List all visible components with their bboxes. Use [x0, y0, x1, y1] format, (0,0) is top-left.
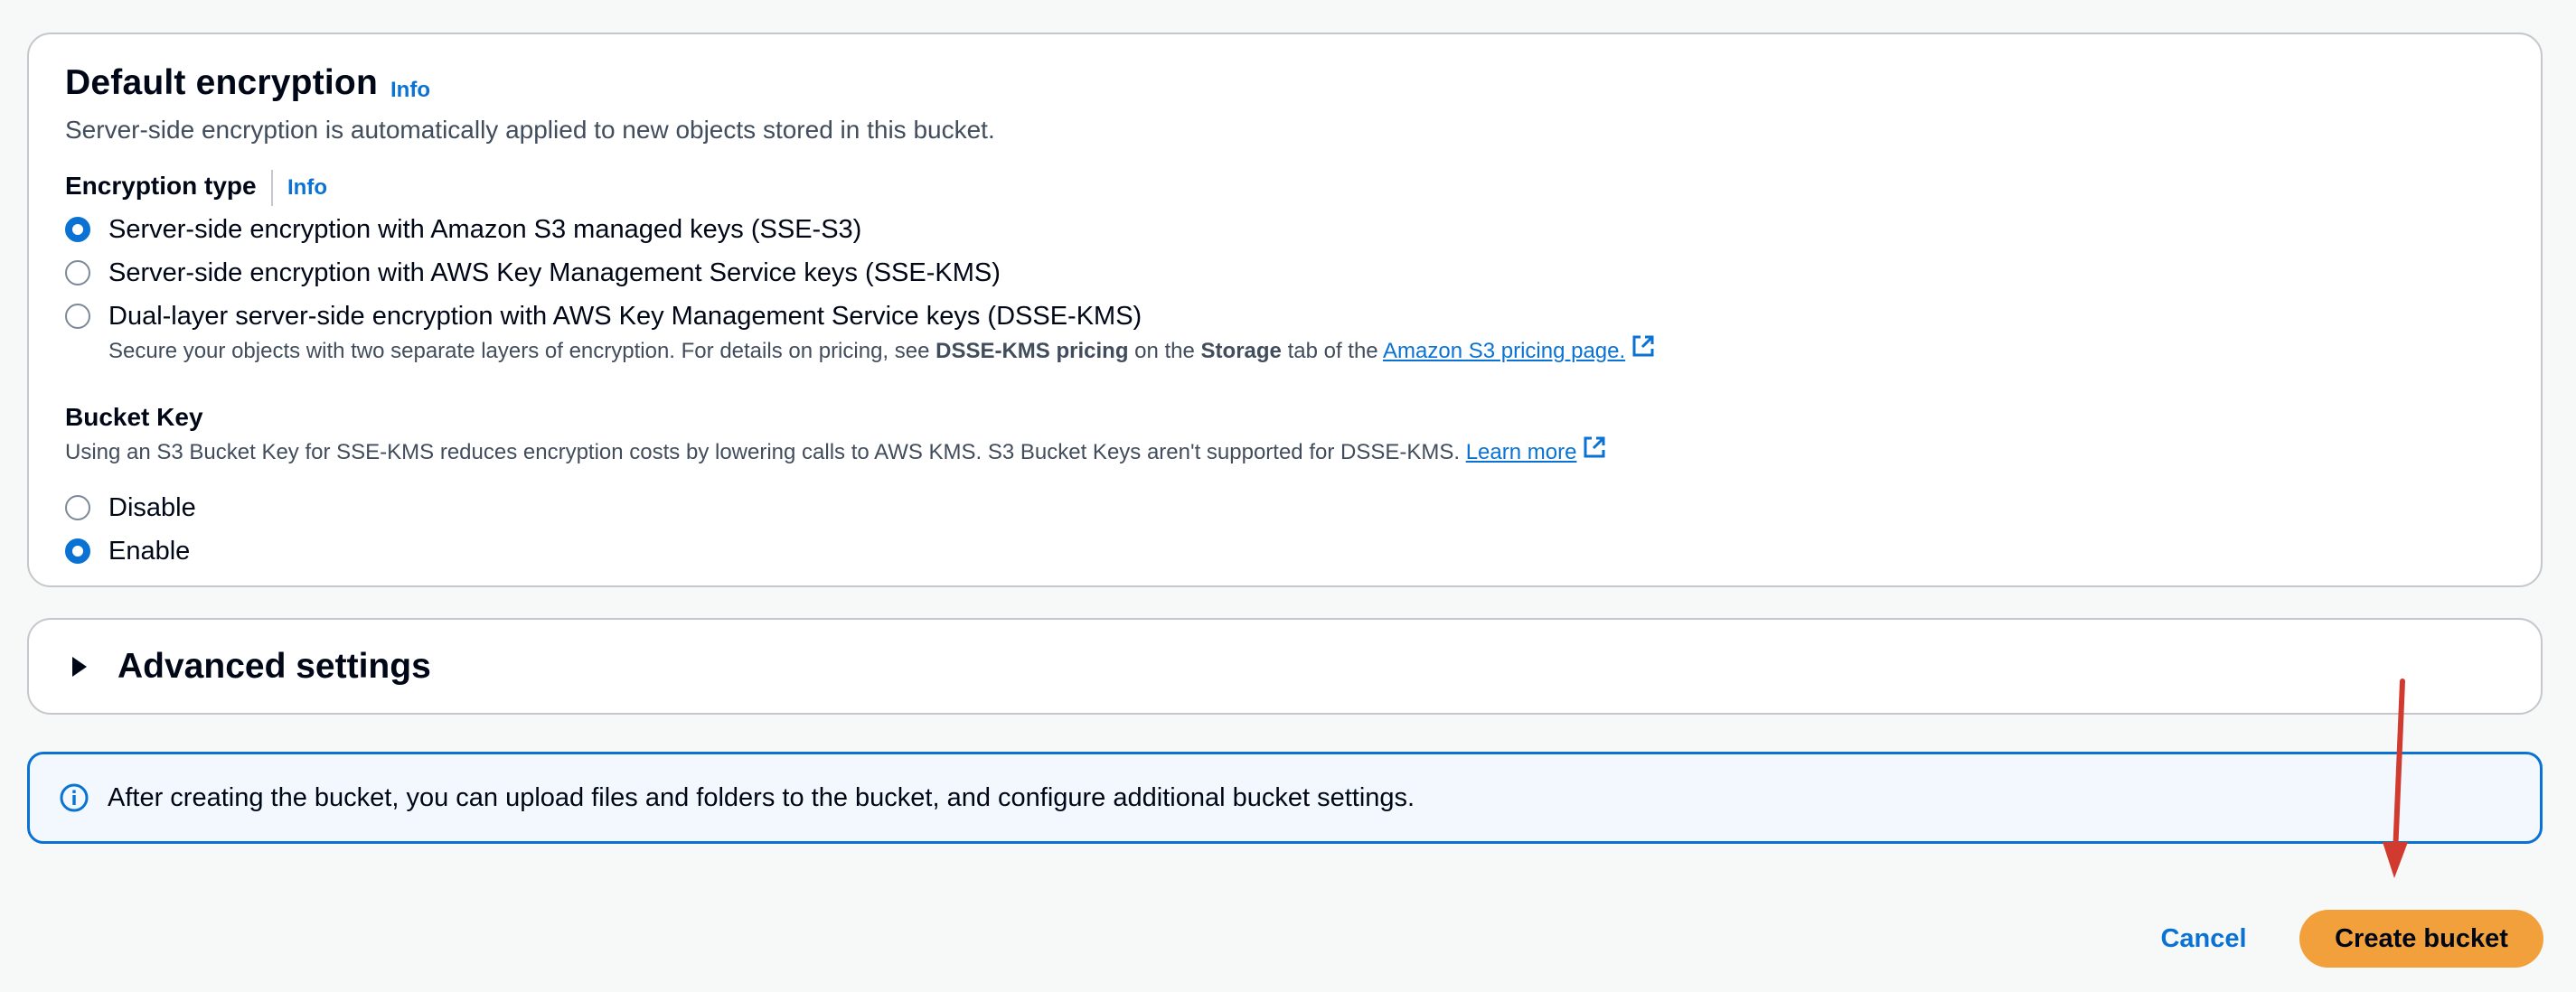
encryption-type-info-link[interactable]: Info [287, 175, 327, 201]
external-link-icon[interactable] [1631, 333, 1656, 365]
radio-option-sse-s3[interactable]: Server-side encryption with Amazon S3 ma… [65, 211, 861, 248]
help-text-suffix: tab of the [1281, 338, 1383, 363]
dsse-kms-help-text: Secure your objects with two separate la… [108, 333, 1656, 368]
label-divider [271, 170, 273, 206]
radio-option-bucket-key-enable[interactable]: Enable [65, 533, 190, 569]
bucket-key-description-text: Using an S3 Bucket Key for SSE-KMS reduc… [65, 439, 1461, 464]
external-link-icon[interactable] [1582, 435, 1607, 466]
learn-more-link[interactable]: Learn more [1466, 440, 1577, 464]
help-text-storage: Storage [1200, 338, 1282, 363]
default-encryption-heading: Default encryption [65, 63, 378, 102]
radio-option-sse-kms[interactable]: Server-side encryption with AWS Key Mana… [65, 255, 1001, 291]
cancel-button[interactable]: Cancel [2151, 914, 2256, 963]
help-text-dsse-pricing: DSSE-KMS pricing [935, 338, 1129, 363]
default-encryption-info-link[interactable]: Info [390, 78, 430, 103]
radio-button[interactable] [65, 495, 90, 520]
help-text-mid: on the [1128, 338, 1201, 363]
bucket-key-description: Using an S3 Bucket Key for SSE-KMS reduc… [65, 435, 1607, 469]
radio-option-bucket-key-disable[interactable]: Disable [65, 490, 196, 526]
radio-label-sse-kms: Server-side encryption with AWS Key Mana… [108, 257, 1001, 287]
advanced-settings-panel: Advanced settings [27, 618, 2543, 715]
caret-right-icon[interactable] [72, 657, 87, 677]
radio-button[interactable] [65, 304, 90, 329]
radio-button[interactable] [65, 260, 90, 285]
bucket-key-label: Bucket Key [65, 403, 203, 431]
default-encryption-description: Server-side encryption is automatically … [65, 116, 995, 144]
radio-button-checked[interactable] [65, 217, 90, 242]
info-circle-icon [59, 782, 89, 813]
default-encryption-panel: Default encryption Info Server-side encr… [27, 33, 2543, 587]
radio-label-dsse-kms: Dual-layer server-side encryption with A… [108, 301, 1142, 331]
encryption-type-label: Encryption type [65, 172, 257, 200]
create-bucket-button[interactable]: Create bucket [2299, 910, 2543, 968]
s3-pricing-page-link[interactable]: Amazon S3 pricing page. [1383, 339, 1625, 363]
help-text-prefix: Secure your objects with two separate la… [108, 338, 936, 363]
info-alert-text: After creating the bucket, you can uploa… [108, 782, 1415, 812]
radio-label-disable: Disable [108, 492, 196, 522]
annotation-arrow-icon [2383, 678, 2408, 878]
advanced-settings-heading: Advanced settings [118, 647, 431, 686]
info-alert: After creating the bucket, you can uploa… [27, 752, 2543, 844]
radio-label-enable: Enable [108, 536, 191, 566]
radio-label-sse-s3: Server-side encryption with Amazon S3 ma… [108, 214, 862, 244]
radio-option-dsse-kms[interactable]: Dual-layer server-side encryption with A… [65, 298, 1142, 334]
advanced-settings-toggle[interactable]: Advanced settings [65, 645, 431, 688]
radio-button-checked[interactable] [65, 538, 90, 564]
